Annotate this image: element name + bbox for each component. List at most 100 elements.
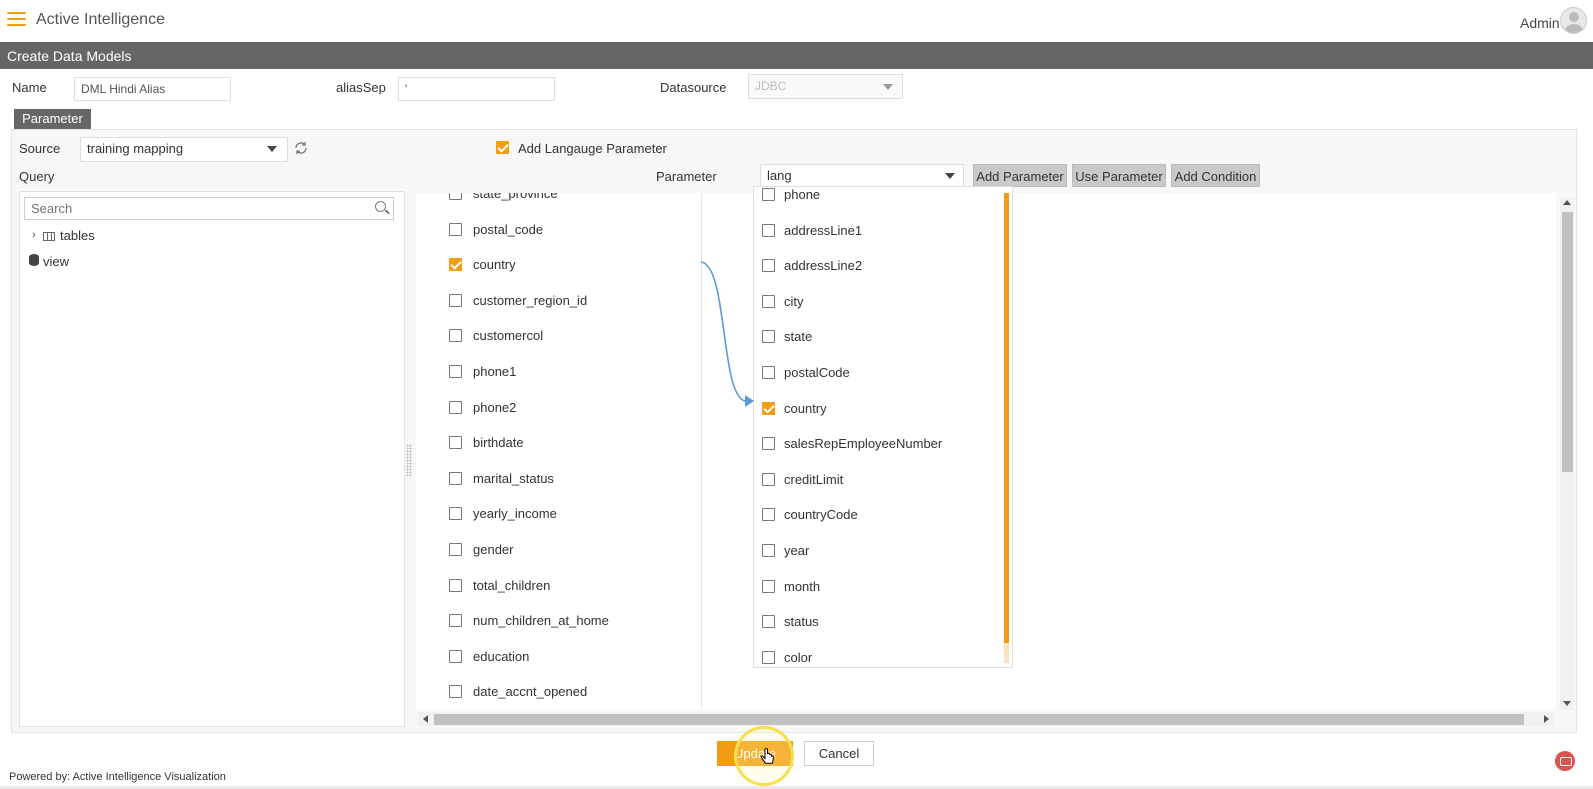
left-column-label: birthdate bbox=[473, 435, 524, 451]
right-column-checkbox[interactable] bbox=[762, 437, 775, 451]
hamburger-menu-icon[interactable] bbox=[7, 12, 26, 27]
right-column-label: state bbox=[784, 329, 813, 345]
left-column-checkbox[interactable] bbox=[449, 329, 462, 343]
left-column-checkbox[interactable] bbox=[449, 193, 462, 200]
chat-icon[interactable] bbox=[1555, 751, 1575, 771]
vertical-scrollbar-thumb[interactable] bbox=[1562, 212, 1573, 472]
source-chevron-down-icon bbox=[267, 146, 277, 152]
right-column-list: phone addressLine1 addressLine2 city state po… bbox=[753, 186, 1013, 668]
add-language-checkbox[interactable] bbox=[496, 141, 509, 154]
left-column-checkbox[interactable] bbox=[449, 578, 462, 592]
left-column-checkbox[interactable] bbox=[449, 543, 462, 556]
hand-cursor-icon bbox=[760, 748, 775, 764]
avatar-icon[interactable] bbox=[1560, 7, 1587, 34]
left-column-label: date_accnt_opened bbox=[473, 684, 588, 700]
source-select[interactable]: training mapping bbox=[80, 137, 288, 162]
left-column-label: phone1 bbox=[473, 364, 517, 379]
right-column-checkbox[interactable] bbox=[762, 544, 775, 557]
right-column-label: year bbox=[784, 543, 810, 558]
left-column-label: phone2 bbox=[473, 399, 517, 415]
left-column-label: yearly_income bbox=[473, 506, 557, 522]
left-column-label: education bbox=[473, 648, 530, 664]
left-column-label: customercol bbox=[473, 328, 544, 344]
update-button[interactable]: Update bbox=[717, 741, 793, 766]
parameter-chevron-down-icon bbox=[945, 173, 955, 179]
left-column-checkbox[interactable] bbox=[449, 436, 462, 450]
left-column-checkbox[interactable] bbox=[449, 614, 462, 628]
left-column-checkbox[interactable] bbox=[449, 649, 462, 663]
cancel-button[interactable]: Cancel bbox=[804, 741, 874, 766]
left-column-checkbox[interactable] bbox=[449, 365, 462, 378]
right-column-checkbox[interactable] bbox=[762, 472, 775, 486]
right-column-checkbox[interactable] bbox=[762, 294, 775, 308]
page-header: Create Data Models bbox=[0, 42, 1593, 69]
right-column-label: month bbox=[784, 578, 821, 594]
page-title: Create Data Models bbox=[7, 48, 132, 64]
left-column-checkbox[interactable] bbox=[449, 471, 462, 485]
left-column-checkbox[interactable] bbox=[449, 258, 462, 272]
left-column-checkbox[interactable] bbox=[449, 400, 462, 414]
scroll-down-icon[interactable] bbox=[1563, 701, 1571, 706]
right-column-checkbox[interactable] bbox=[762, 579, 775, 593]
horizontal-scrollbar-thumb[interactable] bbox=[434, 714, 1524, 725]
right-list-scrollbar[interactable] bbox=[1004, 193, 1009, 643]
mapping-connector bbox=[700, 261, 754, 407]
add-condition-button[interactable]: Add Condition bbox=[1171, 164, 1260, 187]
parameter-label: Parameter bbox=[656, 169, 717, 184]
alias-sep-input[interactable]: ' bbox=[398, 77, 555, 101]
tab-parameter[interactable]: Parameter bbox=[14, 109, 91, 129]
right-column-label: postalCode bbox=[784, 365, 850, 380]
right-column-label: countryCode bbox=[784, 507, 858, 523]
left-column-checkbox[interactable] bbox=[449, 293, 462, 307]
footer-text: Powered by: Active Intelligence Visualiz… bbox=[9, 771, 226, 783]
right-column-checkbox[interactable] bbox=[762, 615, 775, 629]
left-column-checkbox[interactable] bbox=[449, 507, 462, 521]
datasource-chevron-down-icon bbox=[883, 84, 893, 90]
right-column-checkbox[interactable] bbox=[762, 188, 775, 201]
right-list-scrollbar-track bbox=[1004, 643, 1009, 663]
right-column-label: phone bbox=[784, 187, 821, 202]
left-column-label: postal_code bbox=[473, 221, 544, 237]
top-bar: Active Intelligence Admin bbox=[0, 0, 1593, 42]
right-column-label: salesRepEmployeeNumber bbox=[784, 436, 943, 452]
left-column-label: total_children bbox=[473, 577, 551, 593]
left-column-label: marital_status bbox=[473, 470, 554, 486]
right-column-checkbox[interactable] bbox=[762, 401, 775, 415]
use-parameter-button[interactable]: Use Parameter bbox=[1072, 164, 1166, 187]
left-column-checkbox[interactable] bbox=[449, 222, 462, 236]
right-column-label: color bbox=[784, 649, 813, 665]
source-label: Source bbox=[19, 141, 61, 156]
right-column-label: city bbox=[784, 293, 804, 309]
right-column-checkbox[interactable] bbox=[762, 650, 775, 664]
name-input[interactable]: DML Hindi Alias bbox=[74, 77, 231, 101]
right-column-label: creditLimit bbox=[784, 471, 844, 487]
scroll-up-icon[interactable] bbox=[1563, 200, 1571, 205]
add-parameter-button[interactable]: Add Parameter bbox=[973, 164, 1067, 187]
scroll-left-icon[interactable] bbox=[423, 715, 428, 723]
app-title: Active Intelligence bbox=[36, 11, 165, 28]
datasource-select[interactable]: JDBC bbox=[748, 74, 903, 99]
right-column-label: status bbox=[784, 614, 819, 630]
left-column-label: gender bbox=[473, 542, 514, 557]
right-column-checkbox[interactable] bbox=[762, 259, 775, 273]
scroll-right-icon[interactable] bbox=[1544, 715, 1549, 723]
left-column-label: num_children_at_home bbox=[473, 613, 609, 629]
right-column-label: country bbox=[784, 400, 827, 416]
left-column-label: state_province bbox=[473, 193, 558, 201]
right-column-checkbox[interactable] bbox=[762, 366, 775, 379]
query-label: Query bbox=[19, 169, 55, 184]
refresh-icon[interactable] bbox=[294, 141, 308, 155]
left-column-label: customer_region_id bbox=[473, 292, 588, 308]
right-column-checkbox[interactable] bbox=[762, 508, 775, 522]
right-column-checkbox[interactable] bbox=[762, 223, 775, 237]
name-label: Name bbox=[12, 80, 47, 95]
right-column-label: addressLine1 bbox=[784, 222, 863, 238]
left-column-label: country bbox=[473, 257, 516, 273]
right-column-checkbox[interactable] bbox=[762, 330, 775, 344]
add-language-label: Add Langauge Parameter bbox=[518, 141, 667, 156]
datasource-label: Datasource bbox=[660, 80, 727, 95]
alias-sep-label: aliasSep bbox=[336, 80, 386, 95]
user-name[interactable]: Admin bbox=[1520, 15, 1560, 31]
left-column-checkbox[interactable] bbox=[449, 685, 462, 699]
right-column-label: addressLine2 bbox=[784, 258, 863, 274]
